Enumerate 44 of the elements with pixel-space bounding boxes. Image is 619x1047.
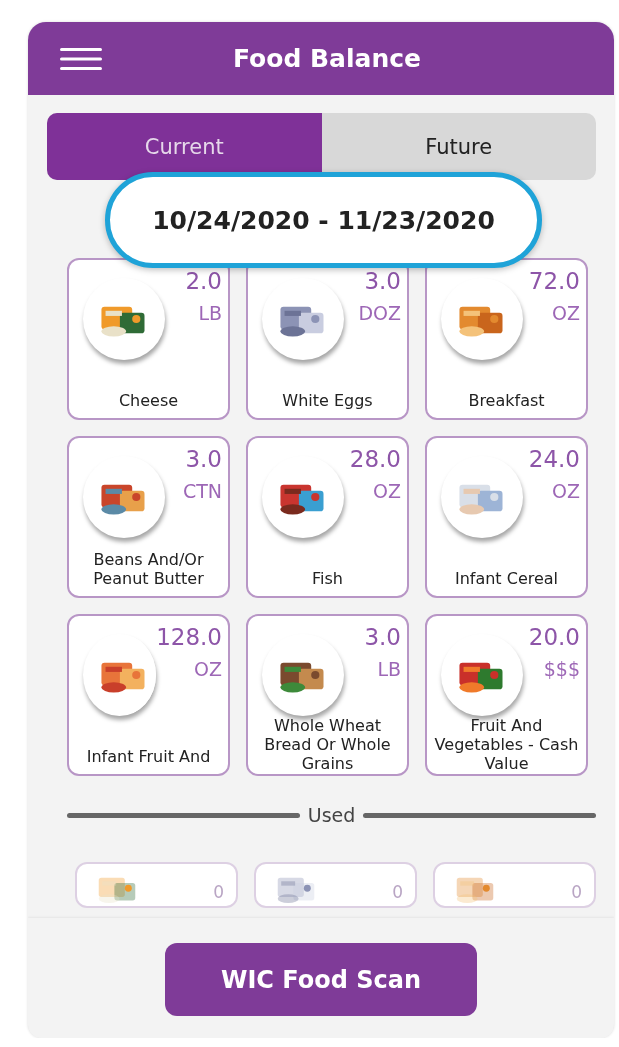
unit-label: LB [377, 658, 401, 680]
unit-label: OZ [552, 480, 580, 502]
tab[interactable]: Current [47, 113, 322, 180]
amount: 3.0 [185, 446, 222, 472]
food-name: Beans And/Or Peanut Butter [92, 549, 205, 588]
food-name: White Eggs [281, 390, 374, 410]
unit-label: OZ [552, 302, 580, 324]
food-card[interactable]: 3.0 LB Whole Wheat Bread Or Whole Grains [246, 614, 409, 776]
food-name: Fruit And Vegetables - Cash Value [433, 716, 580, 774]
amount: 0 [571, 882, 582, 900]
food-card[interactable]: 2.0 LB Cheese [67, 258, 230, 420]
food-card[interactable]: 28.0 OZ Fish [246, 436, 409, 598]
food-card[interactable]: 3.0 CTN Beans And/Or Peanut Butter [67, 436, 230, 598]
amount: 3.0 [364, 624, 401, 650]
unit-label: LB [198, 302, 222, 324]
food-card[interactable]: 24.0 OZ Infant Cereal [425, 436, 588, 598]
amount: 128.0 [156, 624, 222, 650]
unit-label: DOZ [358, 302, 401, 324]
unit-label: $$$ [543, 658, 580, 680]
date-range-tooltip: 10/24/2020 - 11/23/2020 [105, 172, 542, 268]
unit-label: OZ [373, 480, 401, 502]
food-name: Infant Cereal [453, 568, 560, 588]
amount: 0 [392, 882, 403, 900]
food-card[interactable]: 128.0 OZ Infant Fruit And [67, 614, 230, 776]
unit-label: OZ [194, 658, 222, 680]
unit-label: CTN [182, 480, 222, 502]
food-name: Cheese [117, 390, 180, 410]
scan-button[interactable]: WIC Food Scan [165, 943, 477, 1016]
menu-icon[interactable] [60, 46, 102, 71]
food-name: Whole Wheat Bread Or Whole Grains [263, 716, 392, 774]
food-name: Fish [311, 568, 344, 588]
amount: 72.0 [528, 268, 580, 294]
amount: 20.0 [528, 624, 580, 650]
section-heading: Used [307, 804, 356, 826]
screen-title: Food Balance [232, 44, 422, 73]
food-name: Breakfast [467, 390, 546, 410]
food-name: Infant Fruit And [85, 746, 212, 766]
food-card[interactable]: 72.0 OZ Breakfast [425, 258, 588, 420]
amount: 0 [213, 882, 224, 900]
food-card[interactable]: 20.0 $$$ Fruit And Vegetables - Cash Value [425, 614, 588, 776]
amount: 28.0 [349, 446, 401, 472]
amount: 24.0 [528, 446, 580, 472]
amount: 3.0 [364, 268, 401, 294]
amount: 2.0 [185, 268, 222, 294]
